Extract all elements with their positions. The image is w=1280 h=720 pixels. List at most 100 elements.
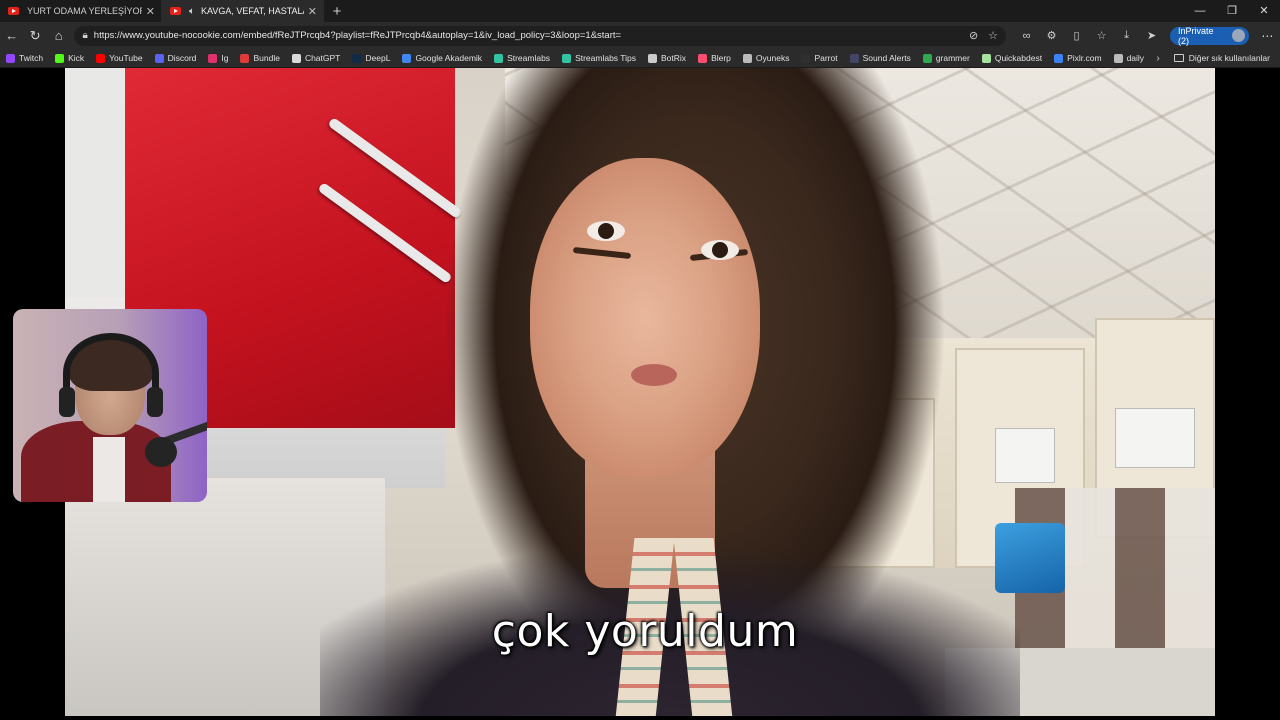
webcam-person-shirt — [93, 437, 125, 502]
bookmark-label: Discord — [167, 53, 197, 63]
white-cabinet — [65, 68, 125, 308]
bookmark-label: grammer — [935, 53, 970, 63]
bookmark-label: Twitch — [19, 53, 44, 63]
settings-menu-icon[interactable]: ⋯ — [1255, 29, 1280, 43]
mouth — [631, 364, 677, 386]
video-subtitle: çok yoruldum — [491, 606, 799, 657]
bookmark-favicon-icon — [154, 53, 164, 63]
bookmark-streamlabs-tips[interactable]: Streamlabs Tips — [562, 53, 636, 63]
bookmark-label: DeepL — [365, 53, 391, 63]
tab-title: KAVGA, VEFAT, HASTALAR - — [201, 6, 304, 16]
back-icon[interactable]: ← — [0, 28, 23, 43]
avatar — [1231, 29, 1245, 42]
eye — [701, 240, 739, 260]
bookmark-favicon-icon — [849, 53, 859, 63]
lock-icon[interactable]: 🔒︎ — [82, 30, 87, 41]
bookmark-ig[interactable]: Ig — [208, 53, 228, 63]
bookmark-discord[interactable]: Discord — [154, 53, 197, 63]
bookmark-favicon-icon — [494, 53, 504, 63]
bookmark-oyuneks[interactable]: Oyuneks — [742, 53, 790, 63]
bookmark-label: Streamlabs — [507, 53, 551, 63]
url-text[interactable]: https://www.youtube-nocookie.com/embed/f… — [94, 30, 959, 41]
home-icon[interactable]: ⌂ — [47, 28, 70, 43]
bookmark-sound-alerts[interactable]: Sound Alerts — [849, 53, 911, 63]
tab-title: YURT ODAMA YERLEŞİYORUM | h — [27, 6, 142, 16]
bookmark-favicon-icon — [562, 53, 572, 63]
close-tab-icon[interactable]: ✕ — [308, 5, 317, 18]
more-bookmarks-chevron-icon[interactable]: › — [1156, 53, 1159, 64]
bookmark-twitch[interactable]: Twitch — [6, 53, 43, 63]
posted-notice — [995, 428, 1055, 483]
bookmark-favicon-icon — [698, 53, 708, 63]
toolbar-icons: ∞ ⚙ ▯ ☆ ⤓ ➤ — [1014, 29, 1164, 42]
bookmarks-bar: Twitch Kick YouTube Discord Ig Bundle ChatGPT D… — [0, 49, 1280, 68]
bookmark-label: Oyuneks — [755, 53, 790, 63]
bookmark-label: Blerp — [711, 53, 731, 63]
other-favorites-folder[interactable]: Diğer sık kullanılanlar — [1173, 53, 1270, 63]
inprivate-glasses-icon[interactable]: ∞ — [1014, 30, 1039, 42]
bookmark-label: YouTube — [109, 53, 143, 63]
bookmark-label: Google Akademik — [415, 53, 483, 63]
restore-icon[interactable]: ❐ — [1216, 0, 1248, 22]
bookmark-favicon-icon — [1113, 53, 1123, 63]
bookmark-grammer[interactable]: grammer — [922, 53, 970, 63]
other-favorites-label: Diğer sık kullanılanlar — [1188, 53, 1270, 63]
bookmark-chatgpt[interactable]: ChatGPT — [291, 53, 340, 63]
extensions-icon[interactable]: ⚙ — [1039, 29, 1064, 42]
favorites-icon[interactable]: ☆ — [1089, 29, 1114, 42]
share-icon[interactable]: ➤ — [1139, 29, 1164, 42]
bookmark-label: Kick — [68, 53, 85, 63]
video-player[interactable]: çok yoruldum — [0, 68, 1280, 720]
bookmark-kick[interactable]: Kick — [55, 53, 84, 63]
bookmark-label: Parrot — [814, 53, 838, 63]
bookmark-favicon-icon — [352, 53, 362, 63]
streamer-webcam-overlay — [13, 309, 207, 502]
bookmark-bundle[interactable]: Bundle — [240, 53, 280, 63]
bookmark-favicon-icon — [922, 53, 932, 63]
bookmark-label: Pixlr.com — [1067, 53, 1102, 63]
bookmark-daily[interactable]: daily — [1113, 53, 1145, 63]
headphone-cup — [59, 387, 75, 417]
bookmark-label: Ig — [221, 53, 229, 63]
minimize-icon[interactable]: — — [1184, 0, 1216, 22]
favorite-star-icon[interactable]: ☆ — [988, 29, 998, 42]
bookmark-label: daily — [1126, 53, 1145, 63]
address-bar[interactable]: 🔒︎ https://www.youtube-nocookie.com/embe… — [74, 25, 1007, 46]
new-tab-button[interactable]: + — [324, 0, 350, 22]
tab-strip: YURT ODAMA YERLEŞİYORUM | h ✕ 🔈︎ KAVGA, … — [0, 0, 1280, 22]
person-face — [530, 158, 760, 478]
close-tab-icon[interactable]: ✕ — [146, 5, 155, 18]
bookmark-botrix[interactable]: BotRix — [648, 53, 686, 63]
bookmark-blerp[interactable]: Blerp — [698, 53, 731, 63]
bookmark-favicon-icon — [6, 53, 15, 63]
headphone-cup — [147, 387, 163, 417]
inprivate-label: InPrivate (2) — [1178, 25, 1214, 46]
bookmark-parrot[interactable]: Parrot — [801, 53, 838, 63]
bookmark-favicon-icon — [402, 53, 412, 63]
youtube-favicon-icon — [8, 7, 19, 15]
downloads-icon[interactable]: ⤓ — [1114, 29, 1139, 42]
navigation-bar: ← ↻ ⌂ 🔒︎ https://www.youtube-nocookie.co… — [0, 22, 1280, 49]
split-screen-icon[interactable]: ▯ — [1064, 29, 1089, 42]
browser-tab-yurt-odama[interactable]: YURT ODAMA YERLEŞİYORUM | h ✕ — [0, 0, 162, 22]
close-window-icon[interactable]: ✕ — [1248, 0, 1280, 22]
bookmark-favicon-icon — [55, 53, 65, 63]
browser-tab-kavga-vefat[interactable]: 🔈︎ KAVGA, VEFAT, HASTALAR - ✕ — [162, 0, 324, 22]
bookmark-label: Quickabdest — [994, 53, 1043, 63]
refresh-icon[interactable]: ↻ — [23, 28, 46, 44]
bookmark-deepl[interactable]: DeepL — [352, 53, 390, 63]
inprivate-profile-button[interactable]: InPrivate (2) — [1170, 25, 1249, 46]
bookmark-favicon-icon — [96, 53, 106, 63]
bookmark-label: BotRix — [661, 53, 687, 63]
bookmark-favicon-icon — [208, 53, 218, 63]
bookmark-label: Bundle — [253, 53, 280, 63]
bookmark-quickabdest[interactable]: Quickabdest — [981, 53, 1043, 63]
bookmark-pixlr-com[interactable]: Pixlr.com — [1054, 53, 1102, 63]
bookmark-google-akademik[interactable]: Google Akademik — [402, 53, 482, 63]
speaker-icon[interactable]: 🔈︎ — [189, 6, 195, 17]
bookmark-youtube[interactable]: YouTube — [96, 53, 143, 63]
window-controls: — ❐ ✕ — [1184, 0, 1280, 22]
headphones-icon — [63, 333, 159, 413]
bookmark-streamlabs[interactable]: Streamlabs — [494, 53, 550, 63]
tracking-prevention-icon[interactable]: ⊘ — [969, 29, 978, 42]
